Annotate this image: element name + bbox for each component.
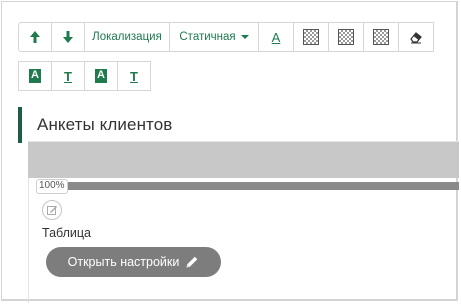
text-style-button-1[interactable]: A <box>18 61 52 91</box>
static-dropdown[interactable]: Статичная <box>169 22 259 52</box>
section-accent-bar <box>18 107 22 143</box>
text-style-button-3[interactable]: A <box>84 61 118 91</box>
toolbar-row-secondary: A T A T <box>18 61 151 91</box>
checkerboard-icon <box>303 29 319 45</box>
checkerboard-icon <box>373 29 389 45</box>
font-color-icon: A <box>271 29 281 45</box>
section-title: Анкеты клиентов <box>37 115 173 134</box>
move-down-button[interactable] <box>51 22 85 52</box>
move-up-button[interactable] <box>18 22 52 52</box>
checkerboard-icon <box>338 29 354 45</box>
static-dropdown-label: Статичная <box>179 31 236 43</box>
background-pattern-button-2[interactable] <box>328 22 364 52</box>
caret-down-icon <box>240 35 249 39</box>
eraser-icon <box>410 31 422 43</box>
localization-label: Локализация <box>92 31 162 43</box>
widget-type-label: Таблица <box>42 226 92 240</box>
underlined-t-icon: T <box>64 68 72 84</box>
progress-bar <box>64 182 459 190</box>
pencil-icon <box>47 206 57 215</box>
filled-a-icon: A <box>95 69 107 83</box>
open-settings-label: Открыть настройки <box>67 255 180 269</box>
localization-button[interactable]: Локализация <box>84 22 170 52</box>
text-style-button-2[interactable]: T <box>51 61 85 91</box>
placeholder-band <box>28 142 459 178</box>
filled-a-icon: A <box>29 69 41 83</box>
arrow-down-icon <box>63 31 73 43</box>
arrow-up-icon <box>30 31 40 43</box>
background-pattern-button-3[interactable] <box>363 22 399 52</box>
underlined-t-icon: T <box>130 68 138 84</box>
toolbar-row-primary: Локализация Статичная A <box>18 22 434 52</box>
clear-format-button[interactable] <box>398 22 434 52</box>
font-color-button[interactable]: A <box>258 22 294 52</box>
open-settings-button[interactable]: Открыть настройки <box>46 247 221 277</box>
background-pattern-button-1[interactable] <box>293 22 329 52</box>
progress-percent: 100% <box>36 179 68 194</box>
pencil-icon <box>186 256 198 268</box>
text-style-button-4[interactable]: T <box>117 61 151 91</box>
edit-widget-button[interactable] <box>42 200 62 220</box>
